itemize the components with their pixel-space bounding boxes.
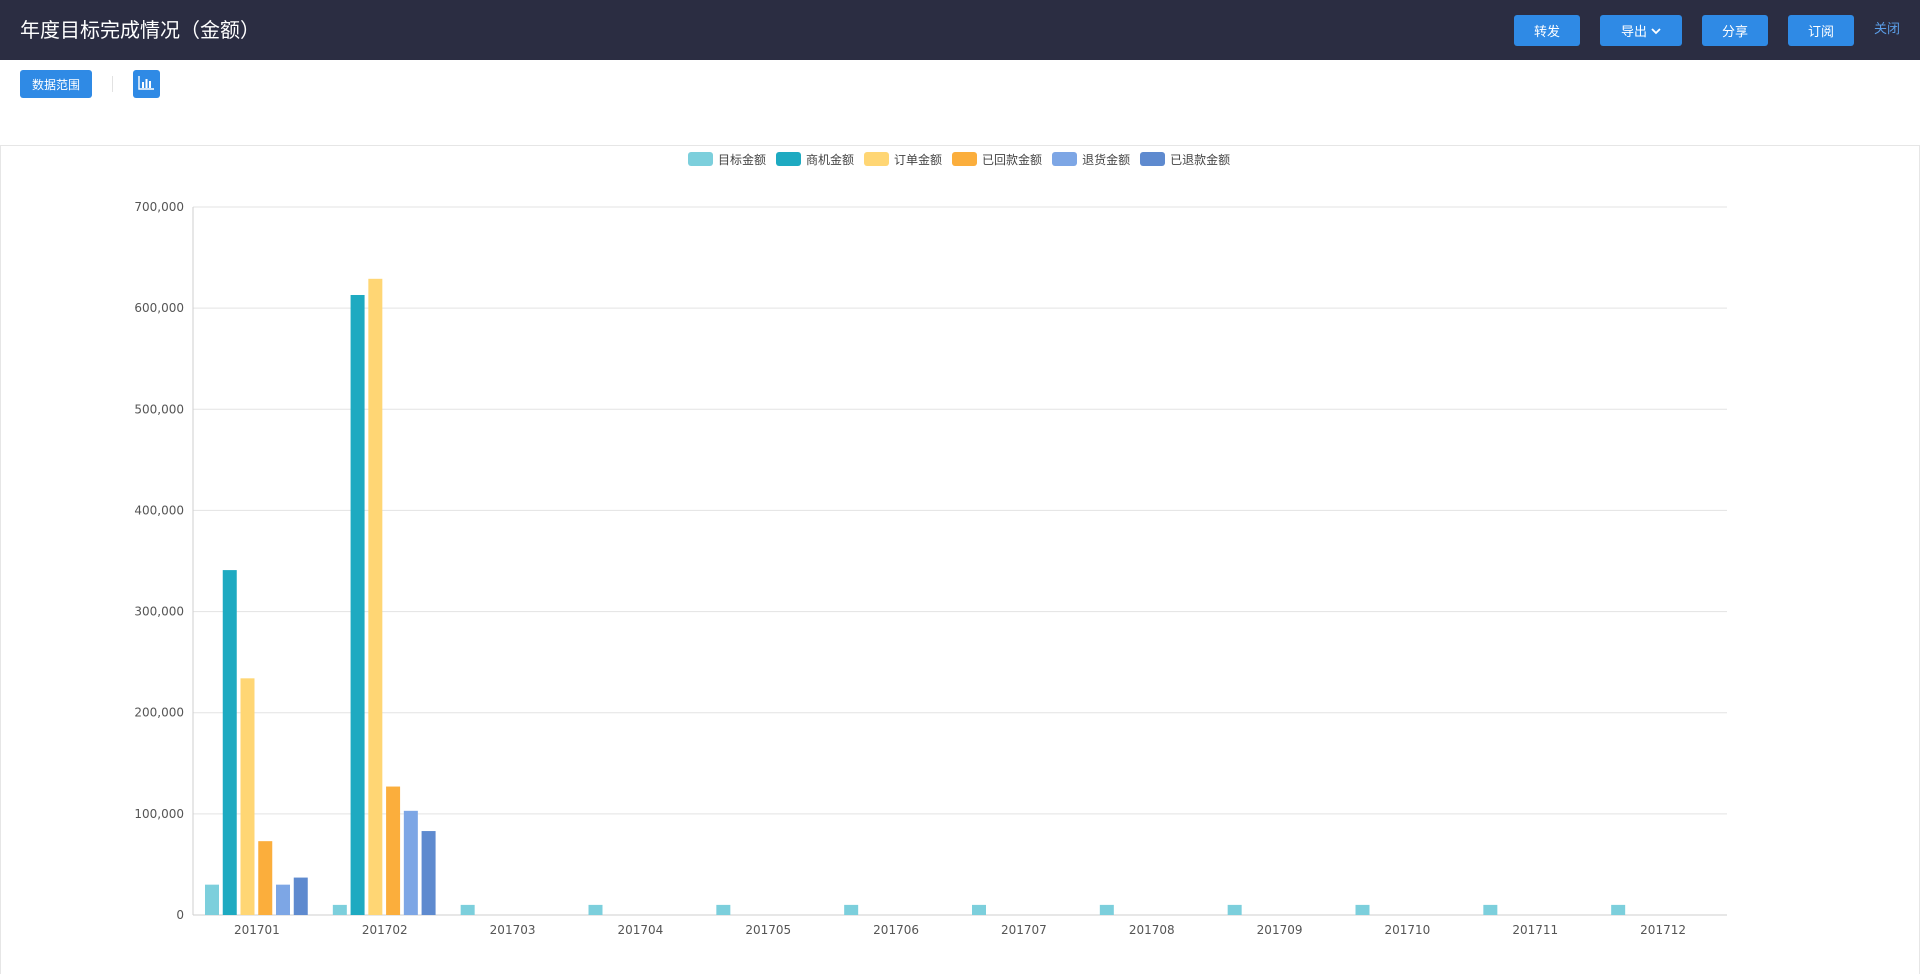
bar[interactable] <box>1099 904 1114 915</box>
y-tick-label: 200,000 <box>134 706 184 720</box>
bar[interactable] <box>222 570 237 915</box>
bar[interactable] <box>1611 904 1626 915</box>
y-tick-label: 0 <box>176 908 184 922</box>
y-tick-label: 500,000 <box>134 402 184 416</box>
x-tick-label: 201701 <box>234 923 280 937</box>
bar[interactable] <box>332 904 347 915</box>
bar[interactable] <box>205 884 219 915</box>
y-tick-label: 300,000 <box>134 605 184 619</box>
y-tick-label: 400,000 <box>134 503 184 517</box>
bar[interactable] <box>1227 904 1242 915</box>
y-tick-label: 600,000 <box>134 301 184 315</box>
bar[interactable] <box>716 904 731 915</box>
bar[interactable] <box>368 278 383 916</box>
x-tick-label: 201707 <box>1001 923 1047 937</box>
x-tick-label: 201709 <box>1257 923 1303 937</box>
bar[interactable] <box>460 904 475 915</box>
bar[interactable] <box>293 877 308 915</box>
x-tick-label: 201704 <box>618 923 664 937</box>
x-tick-label: 201711 <box>1512 923 1558 937</box>
bar[interactable] <box>972 904 986 915</box>
y-tick-label: 700,000 <box>134 200 184 214</box>
x-tick-label: 201702 <box>362 923 408 937</box>
bar-chart: 700,000 600,000 500,000 400,000 300,000 200,0… <box>134 200 1727 937</box>
x-tick-label: 201710 <box>1385 923 1431 937</box>
bar[interactable] <box>421 831 436 915</box>
bar[interactable] <box>258 841 273 915</box>
bar[interactable] <box>386 786 401 915</box>
bar[interactable] <box>844 904 859 915</box>
bar[interactable] <box>276 884 290 915</box>
x-tick-label: 201706 <box>873 923 919 937</box>
bar[interactable] <box>1483 904 1498 915</box>
x-tick-label: 201703 <box>490 923 536 937</box>
bar[interactable] <box>350 294 365 916</box>
y-tick-label: 100,000 <box>134 807 184 821</box>
x-tick-label: 201712 <box>1640 923 1686 937</box>
bar[interactable] <box>1355 904 1370 915</box>
bar[interactable] <box>403 810 418 915</box>
x-tick-label: 201708 <box>1129 923 1175 937</box>
bar[interactable] <box>240 678 255 915</box>
x-tick-label: 201705 <box>745 923 791 937</box>
bar[interactable] <box>588 904 603 915</box>
